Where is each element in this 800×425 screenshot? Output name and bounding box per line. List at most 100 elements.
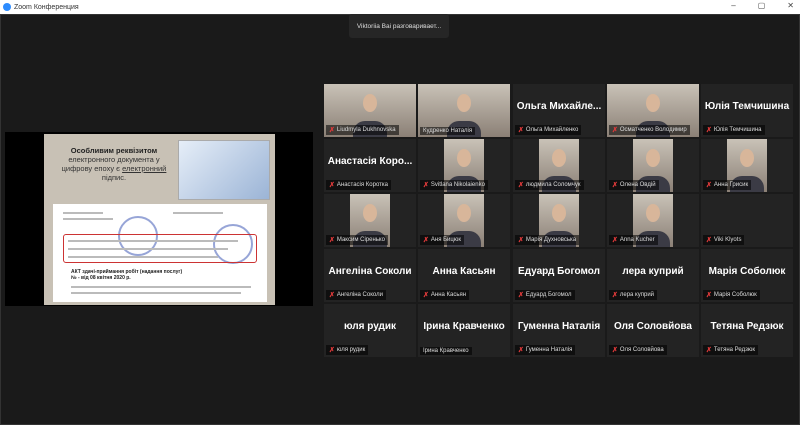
participant-display-name: Едуард Богомол bbox=[518, 266, 600, 277]
act-heading: АКТ здачі-приймання робіт (надання послу… bbox=[71, 269, 183, 281]
participant-name-label: ✗ Анна Грисик bbox=[703, 180, 752, 190]
participant-tile[interactable]: Едуард Богомол ✗ Едуард Богомол bbox=[513, 249, 605, 302]
participant-display-name: Ірина Кравченко bbox=[423, 321, 505, 332]
participant-tile[interactable]: Кудренко Наталія bbox=[418, 84, 510, 137]
title-bar: Zoom Конференция – ▢ ✕ bbox=[0, 0, 800, 14]
muted-mic-icon: ✗ bbox=[706, 292, 712, 299]
muted-mic-icon: ✗ bbox=[612, 127, 618, 134]
participant-name: Кудренко Наталія bbox=[423, 128, 473, 134]
participant-name-label: ✗ Анна Касьян bbox=[420, 290, 470, 300]
shared-slide: Особливим реквізитом електронного докуме… bbox=[44, 134, 275, 305]
participant-name-label: Ірина Кравченко bbox=[420, 347, 472, 355]
muted-mic-icon: ✗ bbox=[706, 347, 712, 354]
participant-name-label: ✗ Ольга Михайленко bbox=[515, 125, 582, 135]
participant-name-label: ✗ Оля Соловйова bbox=[609, 345, 667, 355]
slide-title-underlined: електронний bbox=[122, 164, 167, 173]
muted-mic-icon: ✗ bbox=[706, 182, 712, 189]
participant-tile[interactable]: ✗ Осматченко Володимир bbox=[607, 84, 699, 137]
participant-name: Ангеліна Соколи bbox=[336, 292, 383, 298]
document-image: АКТ здачі-приймання робіт (надання послу… bbox=[53, 204, 267, 302]
participant-display-name: Гуменна Наталія bbox=[517, 321, 601, 332]
muted-mic-icon: ✗ bbox=[612, 182, 618, 189]
participant-tile[interactable]: Гуменна Наталія ✗ Гуменна Наталія bbox=[513, 304, 605, 357]
muted-mic-icon: ✗ bbox=[329, 127, 335, 134]
participant-tile[interactable]: ✗ Марія Духновська bbox=[513, 194, 605, 247]
participant-tile[interactable]: ✗ людмила Соломчук bbox=[513, 139, 605, 192]
participant-tile[interactable]: Тетяна Редзюк ✗ Тетяна Редзюк bbox=[701, 304, 793, 357]
participant-name-label: ✗ Марія Соболюк bbox=[703, 290, 760, 300]
participant-name-label: ✗ Максим Сіренько bbox=[326, 235, 388, 245]
participant-name-label: ✗ Анастасія Коротка bbox=[326, 180, 392, 190]
slide-title-end: підпис. bbox=[101, 173, 127, 182]
window-title: Zoom Конференция bbox=[14, 3, 79, 11]
participant-tile[interactable]: ✗ Максим Сіренько bbox=[324, 194, 416, 247]
participant-name-label: ✗ Юлія Темчишина bbox=[703, 125, 765, 135]
participant-name: Ольга Михайленко bbox=[525, 127, 579, 133]
participant-name: Марія Соболюк bbox=[713, 292, 757, 298]
muted-mic-icon: ✗ bbox=[706, 237, 712, 244]
participant-tile[interactable]: ✗ Анна Грисик bbox=[701, 139, 793, 192]
muted-mic-icon: ✗ bbox=[612, 347, 618, 354]
participant-name: людмила Соломчук bbox=[525, 182, 581, 188]
muted-mic-icon: ✗ bbox=[329, 237, 335, 244]
minimize-button[interactable]: – bbox=[731, 1, 735, 10]
participant-tile[interactable]: ✗ Svitlana Nikolaienko bbox=[418, 139, 510, 192]
participant-name: Осматченко Володимир bbox=[619, 127, 687, 133]
participant-name: Олена Овдій bbox=[619, 182, 656, 188]
participant-name: юля рудик bbox=[336, 347, 366, 353]
participant-name-label: ✗ Едуард Богомол bbox=[515, 290, 575, 300]
participant-tile[interactable]: Ірина Кравченко Ірина Кравченко bbox=[418, 304, 510, 357]
participant-tile[interactable]: ✗ Anna Kucher bbox=[607, 194, 699, 247]
participant-name: Анна Грисик bbox=[713, 182, 749, 188]
muted-mic-icon: ✗ bbox=[423, 237, 429, 244]
participant-tile[interactable]: юля рудик ✗ юля рудик bbox=[324, 304, 416, 357]
muted-mic-icon: ✗ bbox=[518, 347, 524, 354]
participant-tile[interactable]: ✗ Liudmyla Dukhnovska bbox=[324, 84, 416, 137]
participant-name-label: ✗ Viki Klyots bbox=[703, 235, 745, 245]
participant-tile[interactable]: Ольга Михайле... ✗ Ольга Михайленко bbox=[513, 84, 605, 137]
participant-name-label: ✗ юля рудик bbox=[326, 345, 369, 355]
participant-tile[interactable]: лера куприй ✗ лера куприй bbox=[607, 249, 699, 302]
muted-mic-icon: ✗ bbox=[518, 292, 524, 299]
muted-mic-icon: ✗ bbox=[423, 292, 429, 299]
muted-mic-icon: ✗ bbox=[518, 127, 524, 134]
participant-name: Ірина Кравченко bbox=[423, 348, 469, 354]
computer-signature-image bbox=[178, 140, 270, 200]
participant-display-name: Оля Соловйова bbox=[613, 321, 692, 332]
participant-name-label: ✗ Anna Kucher bbox=[609, 235, 658, 245]
participant-name: Анастасія Коротка bbox=[336, 182, 389, 188]
participant-display-name: лера куприй bbox=[622, 266, 684, 277]
muted-mic-icon: ✗ bbox=[329, 347, 335, 354]
participant-display-name: юля рудик bbox=[343, 321, 397, 332]
participant-tile[interactable]: ✗ Аня Бицюк bbox=[418, 194, 510, 247]
slide-title-bold: Особливим реквізитом bbox=[70, 146, 158, 155]
participant-tile[interactable]: Анна Касьян ✗ Анна Касьян bbox=[418, 249, 510, 302]
participant-name: Едуард Богомол bbox=[525, 292, 572, 298]
participant-tile[interactable]: Анастасія Коро... ✗ Анастасія Коротка bbox=[324, 139, 416, 192]
maximize-button[interactable]: ▢ bbox=[758, 1, 766, 10]
participant-tile[interactable]: ✗ Олена Овдій bbox=[607, 139, 699, 192]
participant-display-name: Анна Касьян bbox=[432, 266, 496, 277]
participant-name-label: ✗ Гуменна Наталія bbox=[515, 345, 576, 355]
participant-name: Аня Бицюк bbox=[430, 237, 461, 243]
muted-mic-icon: ✗ bbox=[423, 182, 429, 189]
muted-mic-icon: ✗ bbox=[329, 292, 335, 299]
participant-display-name: Ольга Михайле... bbox=[516, 101, 602, 112]
participant-name-label: ✗ Осматченко Володимир bbox=[609, 125, 690, 135]
participant-tile[interactable]: Марія Соболюк ✗ Марія Соболюк bbox=[701, 249, 793, 302]
participant-tile[interactable]: ✗ Viki Klyots bbox=[701, 194, 793, 247]
participant-name-label: ✗ Svitlana Nikolaienko bbox=[420, 180, 488, 190]
participant-name-label: ✗ людмила Соломчук bbox=[515, 180, 584, 190]
participant-tile[interactable]: Ангеліна Соколи ✗ Ангеліна Соколи bbox=[324, 249, 416, 302]
participant-name-label: ✗ Олена Овдій bbox=[609, 180, 659, 190]
participant-name-label: ✗ Liudmyla Dukhnovska bbox=[326, 125, 399, 135]
close-button[interactable]: ✕ bbox=[787, 1, 794, 10]
participant-name-label: ✗ Тетяна Редзюк bbox=[703, 345, 758, 355]
muted-mic-icon: ✗ bbox=[518, 237, 524, 244]
participant-name: Оля Соловйова bbox=[619, 347, 664, 353]
participant-tile[interactable]: Юлія Темчишина ✗ Юлія Темчишина bbox=[701, 84, 793, 137]
participant-name: Максим Сіренько bbox=[336, 237, 385, 243]
participant-display-name: Марія Соболюк bbox=[708, 266, 786, 277]
muted-mic-icon: ✗ bbox=[612, 292, 618, 299]
participant-tile[interactable]: Оля Соловйова ✗ Оля Соловйова bbox=[607, 304, 699, 357]
